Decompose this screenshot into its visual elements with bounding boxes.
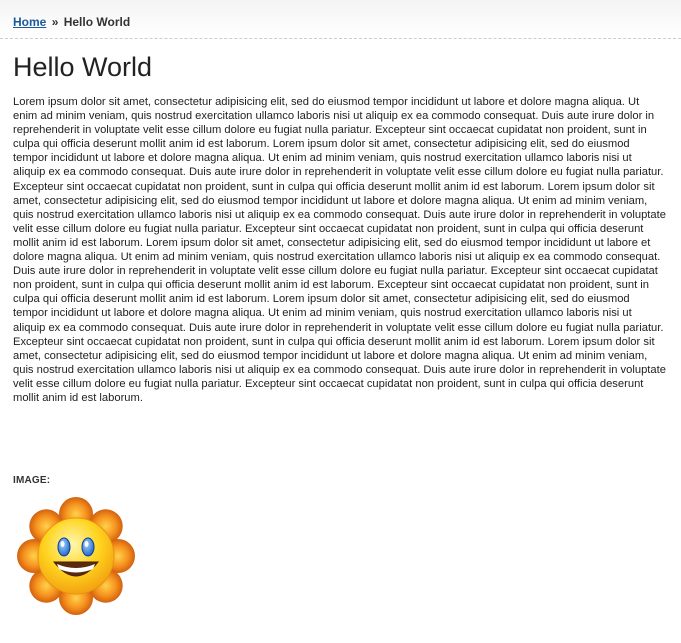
image-label: IMAGE: xyxy=(13,475,51,486)
header-divider xyxy=(0,38,681,39)
body-text: Lorem ipsum dolor sit amet, consectetur … xyxy=(13,96,666,404)
breadcrumb-current: Hello World xyxy=(63,15,131,29)
page-title: Hello World xyxy=(13,52,153,82)
breadcrumb-separator: » xyxy=(51,15,59,29)
smiling-sun-icon xyxy=(12,492,140,620)
breadcrumb: Home » Hello World xyxy=(13,15,130,29)
breadcrumb-home-link[interactable]: Home xyxy=(13,15,46,29)
